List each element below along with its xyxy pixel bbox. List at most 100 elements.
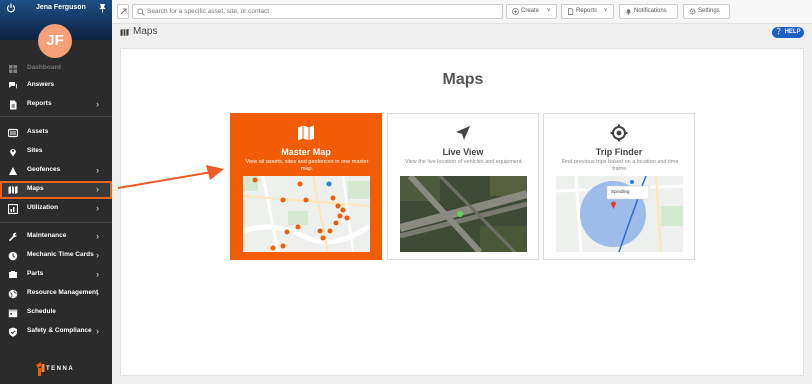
tile-title: Master Map	[281, 147, 331, 157]
dashboard-icon	[9, 65, 17, 73]
tile-description: Find previous trips based on a location …	[561, 159, 679, 172]
chevron-down-icon: ˅	[547, 8, 551, 14]
top-bar: Create ˅ Reports ˅ Notifications Setting…	[112, 0, 812, 24]
sidebar-item-dashboard[interactable]: Dashboard	[0, 60, 112, 78]
assets-icon	[8, 128, 18, 138]
tile-description: View the live location of vehicles and e…	[404, 159, 524, 165]
expand-icon	[120, 8, 127, 15]
tenna-logo-mark	[36, 362, 45, 376]
answers-icon	[9, 82, 17, 89]
sidebar-item-assets[interactable]: Assets	[0, 124, 112, 142]
settings-button[interactable]: Settings	[683, 4, 730, 19]
sidebar-item-maintenance[interactable]: Maintenance ›	[0, 228, 112, 246]
sidebar-item-label: Utilization	[27, 204, 59, 211]
bell-icon	[626, 9, 631, 15]
create-button[interactable]: Create ˅	[506, 4, 557, 19]
parts-icon	[9, 271, 17, 278]
trip-finder-tile[interactable]: Trip Finder Find previous trips based on…	[543, 113, 695, 260]
calendar-icon	[8, 309, 18, 318]
sidebar-item-label: Assets	[27, 128, 49, 135]
sidebar-item-label: Safety & Compliance	[27, 327, 92, 334]
page-title: Maps	[133, 26, 158, 37]
create-label: Create	[521, 8, 540, 14]
chevron-right-icon: ›	[96, 231, 99, 241]
pin-icon[interactable]	[98, 3, 107, 13]
sidebar-divider	[0, 116, 112, 117]
tenna-logo: TENNA	[36, 362, 80, 376]
notifications-label: Notifications	[634, 8, 667, 14]
reports-button[interactable]: Reports ˅	[561, 4, 614, 19]
trip-finder-thumbnail: Spindling	[556, 176, 683, 252]
sidebar-item-utilization[interactable]: Utilization ›	[0, 200, 112, 218]
logo-text: TENNA	[46, 366, 75, 372]
search-box[interactable]	[132, 4, 503, 19]
tile-title: Live View	[442, 147, 484, 157]
sidebar-item-label: Maintenance	[27, 232, 67, 239]
sidebar-item-label: Mechanic Time Cards	[27, 251, 94, 258]
trip-popup-label: Spindling	[611, 189, 630, 194]
chevron-right-icon: ›	[96, 288, 99, 298]
sidebar-item-safety-compliance[interactable]: Safety & Compliance ›	[0, 323, 112, 341]
chevron-down-icon: ˅	[604, 8, 608, 14]
reports-label: Reports	[576, 8, 598, 14]
settings-label: Settings	[698, 8, 720, 14]
live-view-thumbnail	[400, 176, 527, 252]
map-icon	[120, 28, 129, 37]
chevron-right-icon: ›	[96, 99, 99, 109]
avatar[interactable]: JF	[38, 24, 72, 58]
expand-sidebar-button[interactable]	[117, 4, 129, 19]
tile-description: View all assets, sites and geofences in …	[245, 159, 369, 172]
reports-icon	[10, 100, 17, 110]
help-icon: ❔	[775, 29, 783, 35]
chevron-right-icon: ›	[96, 184, 99, 194]
chevron-right-icon: ›	[96, 165, 99, 175]
gear-icon	[689, 8, 696, 15]
search-icon	[137, 8, 145, 16]
sidebar-item-label: Answers	[27, 81, 55, 88]
sidebar-item-label: Reports	[27, 100, 52, 107]
navigation-arrow-icon	[456, 126, 470, 140]
help-button[interactable]: ❔ HELP	[772, 27, 804, 38]
sidebar-item-resource-management[interactable]: Resource Management ›	[0, 285, 112, 303]
chevron-right-icon: ›	[96, 269, 99, 279]
master-map-thumbnail	[243, 176, 370, 252]
clock-icon	[8, 251, 18, 261]
sidebar-item-maps[interactable]: Maps ›	[0, 181, 112, 199]
sidebar-item-mechanic-time-cards[interactable]: Mechanic Time Cards ›	[0, 247, 112, 265]
plus-circle-icon	[512, 8, 519, 15]
sidebar-item-geofences[interactable]: Geofences ›	[0, 162, 112, 180]
geofence-icon	[9, 167, 17, 175]
user-name: Jena Ferguson	[36, 4, 86, 11]
power-icon[interactable]	[6, 3, 16, 13]
crosshair-icon	[610, 124, 628, 142]
sidebar-item-label: Schedule	[27, 308, 56, 315]
sidebar-item-parts[interactable]: Parts ›	[0, 266, 112, 284]
notifications-button[interactable]: Notifications	[619, 4, 678, 19]
map-icon	[298, 125, 314, 141]
search-input[interactable]	[147, 6, 497, 17]
shield-icon	[9, 327, 17, 337]
sidebar-item-label: Dashboard	[27, 64, 61, 71]
chevron-right-icon: ›	[96, 326, 99, 336]
live-view-tile[interactable]: Live View View the live location of vehi…	[387, 113, 539, 260]
chevron-right-icon: ›	[96, 203, 99, 213]
sidebar-item-answers[interactable]: Answers	[0, 77, 112, 95]
map-icon	[8, 186, 18, 194]
sidebar-item-label: Geofences	[27, 166, 61, 173]
sidebar-item-sites[interactable]: Sites	[0, 143, 112, 161]
wrench-icon	[9, 232, 17, 242]
maps-heading: Maps	[442, 71, 484, 88]
maps-panel: Maps Master Map View all assets, sites a…	[120, 48, 804, 376]
sidebar-item-label: Resource Management	[27, 289, 99, 296]
sidebar-item-label: Parts	[27, 270, 44, 277]
sidebar-item-reports[interactable]: Reports ›	[0, 96, 112, 114]
master-map-tile[interactable]: Master Map View all assets, sites and ge…	[230, 113, 382, 260]
sidebar: Jena Ferguson JF Dashboard Answers Repor…	[0, 0, 112, 384]
sidebar-divider	[0, 222, 112, 223]
sidebar-item-schedule[interactable]: Schedule	[0, 304, 112, 322]
utilization-icon	[8, 204, 18, 214]
sidebar-item-label: Sites	[27, 147, 43, 154]
chevron-right-icon: ›	[96, 250, 99, 260]
location-pin-icon	[10, 149, 16, 157]
globe-icon	[8, 289, 18, 299]
